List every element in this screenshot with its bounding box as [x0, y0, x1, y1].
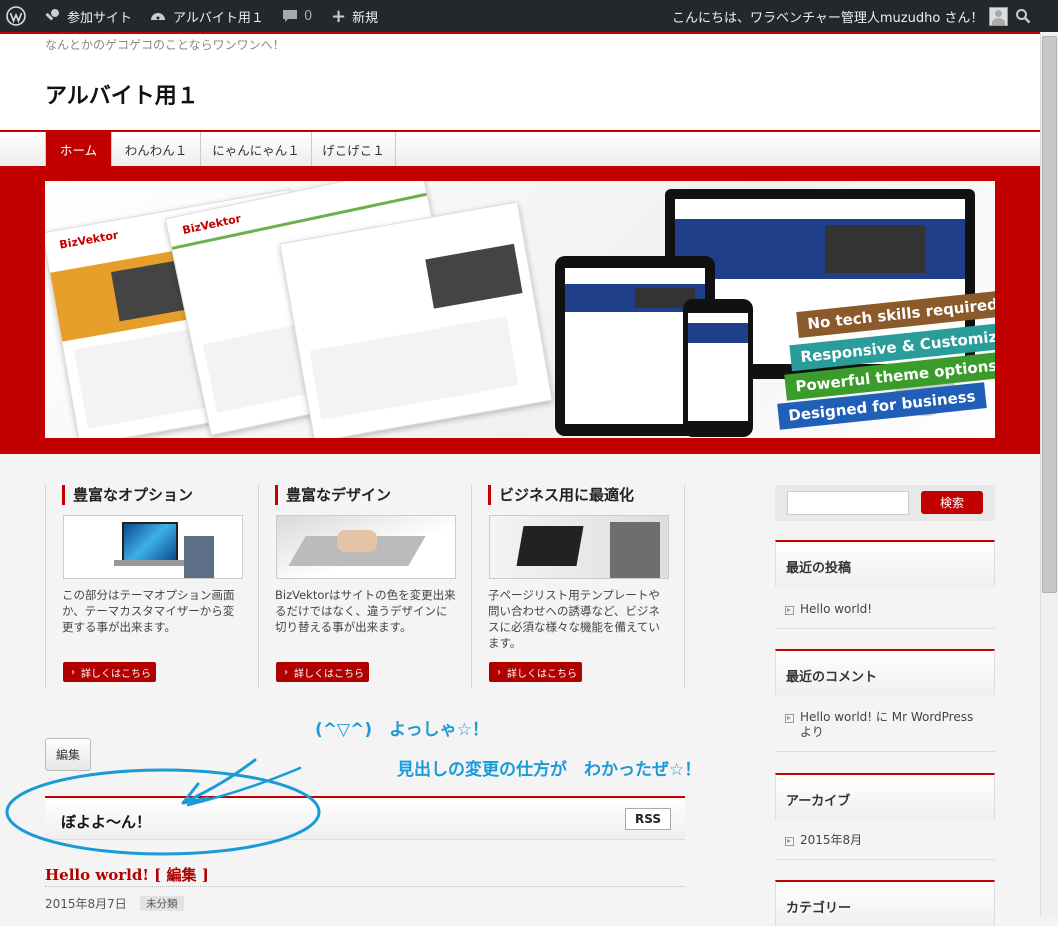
widget-rule	[775, 859, 995, 860]
search-button[interactable]: 検索	[921, 491, 983, 514]
post-date: 2015年8月7日	[45, 897, 127, 911]
post-title-link[interactable]: Hello world! [ 編集 ]	[45, 864, 209, 885]
widget-rule	[775, 751, 995, 752]
post-title-rule	[45, 886, 685, 887]
widget-title-archives: アーカイブ	[786, 794, 851, 809]
widget-title-recent-posts: 最近の投稿	[786, 561, 852, 576]
widget-title-recent-comments: 最近のコメント	[786, 670, 878, 685]
arrow-bullet-icon	[785, 714, 794, 723]
widget-title-categories: カテゴリー	[786, 901, 852, 916]
recent-comment-item[interactable]: Hello world! に Mr WordPress より	[785, 710, 973, 740]
arrow-bullet-icon	[785, 606, 794, 615]
recent-comment-line: Hello world! に Mr WordPress	[800, 710, 974, 724]
recent-post-link[interactable]: Hello world!	[800, 602, 872, 617]
archive-link[interactable]: 2015年8月	[800, 833, 862, 848]
post-category-badge[interactable]: 未分類	[140, 896, 184, 911]
annotation-circle	[5, 768, 321, 856]
recent-post-item[interactable]: Hello world!	[785, 602, 872, 617]
arrow-bullet-icon	[785, 837, 794, 846]
search-input[interactable]	[787, 491, 909, 515]
archive-item[interactable]: 2015年8月	[785, 833, 862, 848]
recent-comment-text[interactable]: Hello world! に Mr WordPress より	[800, 710, 973, 740]
recent-comment-line: より	[800, 725, 824, 739]
widget-rule	[775, 628, 995, 629]
